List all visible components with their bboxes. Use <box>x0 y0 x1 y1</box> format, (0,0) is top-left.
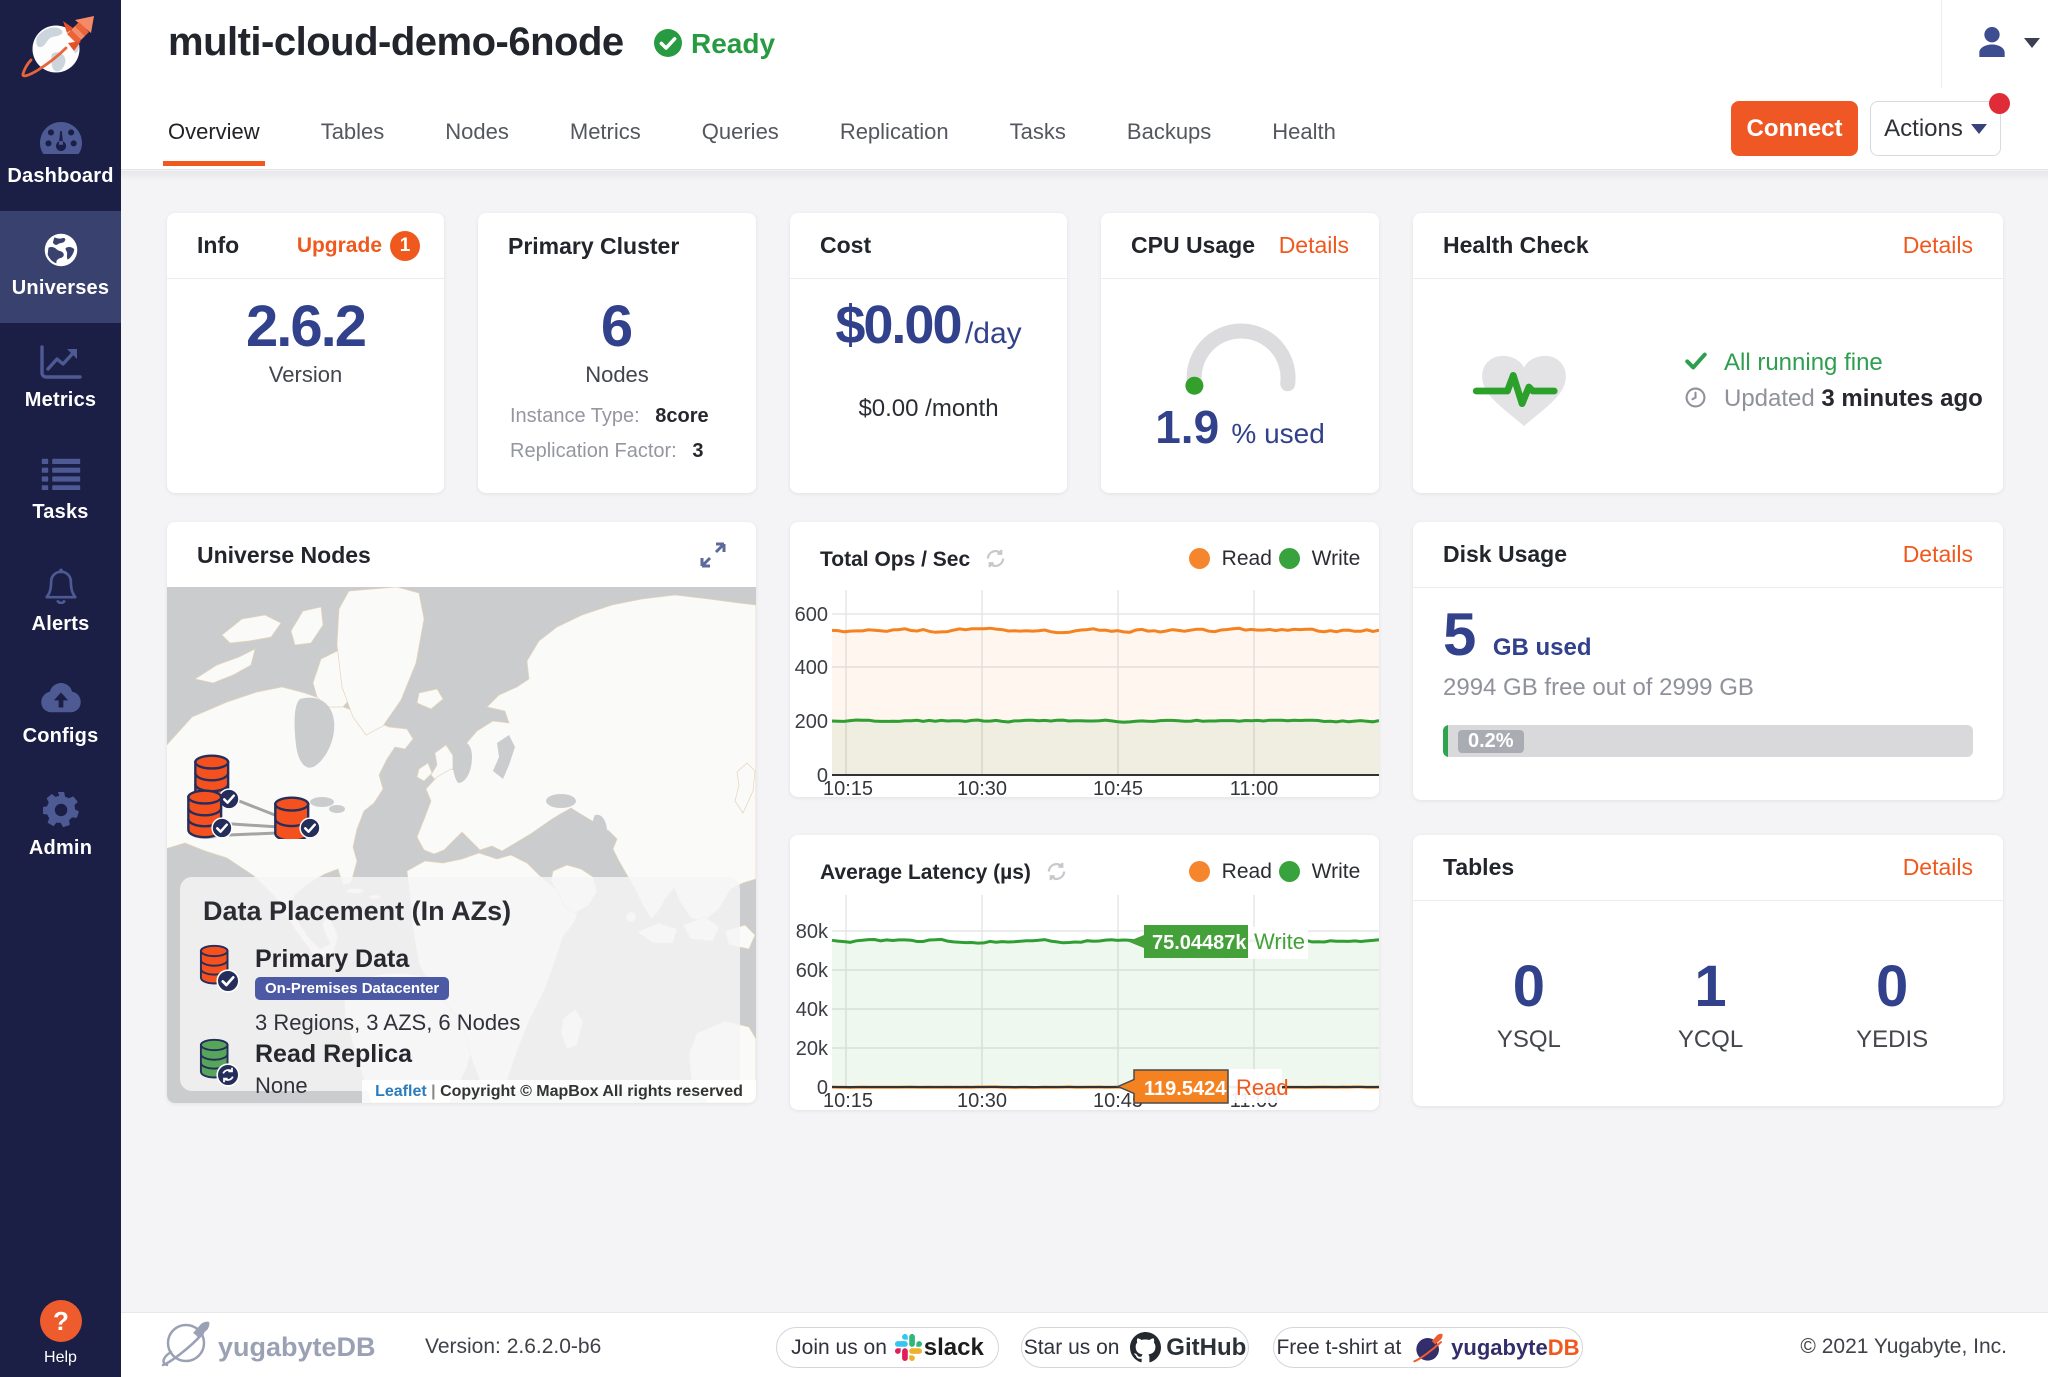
svg-text:20k: 20k <box>796 1038 829 1060</box>
svg-text:40k: 40k <box>796 999 829 1021</box>
svg-text:600: 600 <box>795 604 828 626</box>
svg-text:11:00: 11:00 <box>1230 778 1279 797</box>
svg-text:10:15: 10:15 <box>823 1090 873 1110</box>
svg-text:200: 200 <box>795 711 828 733</box>
svg-text:Read: Read <box>1236 1075 1289 1100</box>
svg-text:10:30: 10:30 <box>957 778 1007 797</box>
svg-text:Write: Write <box>1254 929 1305 954</box>
svg-text:400: 400 <box>795 657 828 679</box>
svg-text:60k: 60k <box>796 960 829 982</box>
svg-text:?: ? <box>53 1306 69 1336</box>
svg-text:10:15: 10:15 <box>823 778 873 797</box>
svg-text:119.5424: 119.5424 <box>1144 1078 1227 1100</box>
svg-text:75.04487k: 75.04487k <box>1152 932 1247 954</box>
svg-text:10:45: 10:45 <box>1093 778 1143 797</box>
svg-text:80k: 80k <box>796 921 829 943</box>
svg-text:10:30: 10:30 <box>957 1090 1007 1110</box>
